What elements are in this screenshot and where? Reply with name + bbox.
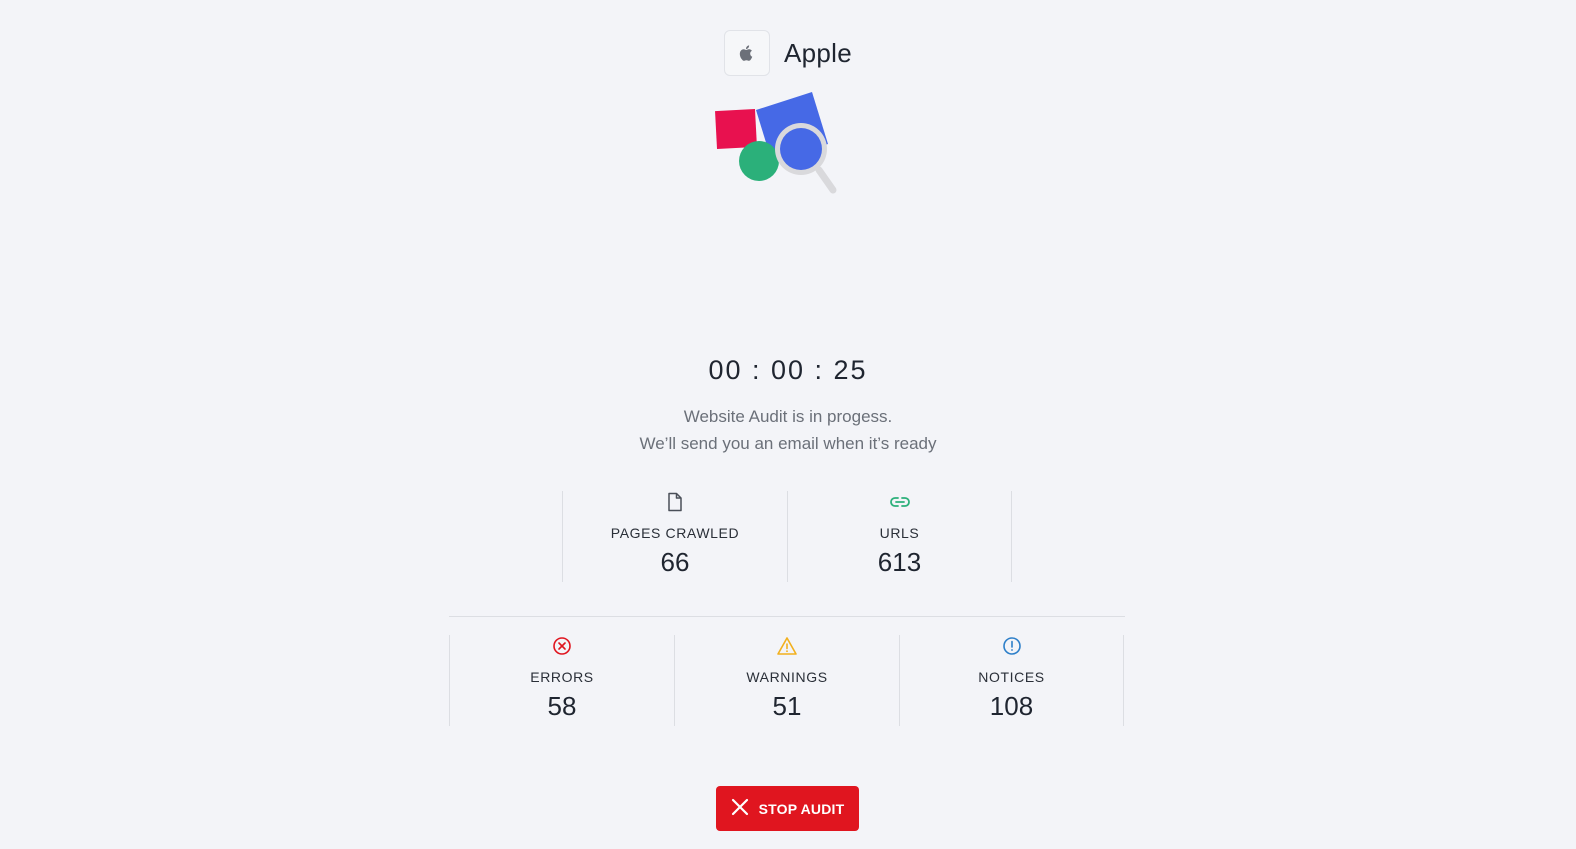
issue-stats-row: ERRORS 58 WARNINGS 51 NOTICES 108 xyxy=(449,635,1124,726)
stat-errors: ERRORS 58 xyxy=(449,635,674,726)
stat-warnings: WARNINGS 51 xyxy=(674,635,899,726)
stats-divider xyxy=(449,616,1125,617)
stat-label: WARNINGS xyxy=(746,669,828,685)
stat-value: 58 xyxy=(547,691,577,721)
project-name: Apple xyxy=(784,37,852,68)
warning-triangle-icon xyxy=(776,635,798,657)
status-line-1: Website Audit is in progess. xyxy=(683,407,893,426)
error-circle-icon xyxy=(552,635,572,657)
stat-value: 51 xyxy=(772,691,802,721)
status-line-2: We’ll send you an email when it’s ready xyxy=(639,434,937,453)
stat-value: 66 xyxy=(660,547,690,577)
stat-notices: NOTICES 108 xyxy=(899,635,1124,726)
stat-urls: URLS 613 xyxy=(787,491,1012,582)
stop-audit-button[interactable]: STOP AUDIT xyxy=(716,786,859,831)
audit-status-message: Website Audit is in progess. We’ll send … xyxy=(0,403,1576,457)
elapsed-timer: 00 : 00 : 25 xyxy=(708,355,868,385)
stat-value: 613 xyxy=(877,547,922,577)
stat-label: NOTICES xyxy=(978,669,1045,685)
crawl-stats-row: PAGES CRAWLED 66 URLS 613 xyxy=(562,491,1012,582)
info-circle-icon xyxy=(1002,635,1022,657)
stop-audit-label: STOP AUDIT xyxy=(758,800,845,817)
brand: Apple xyxy=(724,30,852,76)
audit-progress-page: Apple 00 : 00 : 25 Website Audit is in p… xyxy=(0,0,1576,849)
document-icon xyxy=(667,491,683,513)
apple-logo-icon xyxy=(724,30,770,76)
stat-label: URLS xyxy=(879,525,920,541)
link-icon xyxy=(889,491,911,513)
close-icon xyxy=(731,798,749,819)
header: Apple xyxy=(0,30,1576,76)
stat-label: ERRORS xyxy=(530,669,594,685)
stat-label: PAGES CRAWLED xyxy=(610,525,740,541)
stat-pages-crawled: PAGES CRAWLED 66 xyxy=(562,491,787,582)
website-audit-illustration xyxy=(712,88,842,198)
stat-value: 108 xyxy=(989,691,1034,721)
